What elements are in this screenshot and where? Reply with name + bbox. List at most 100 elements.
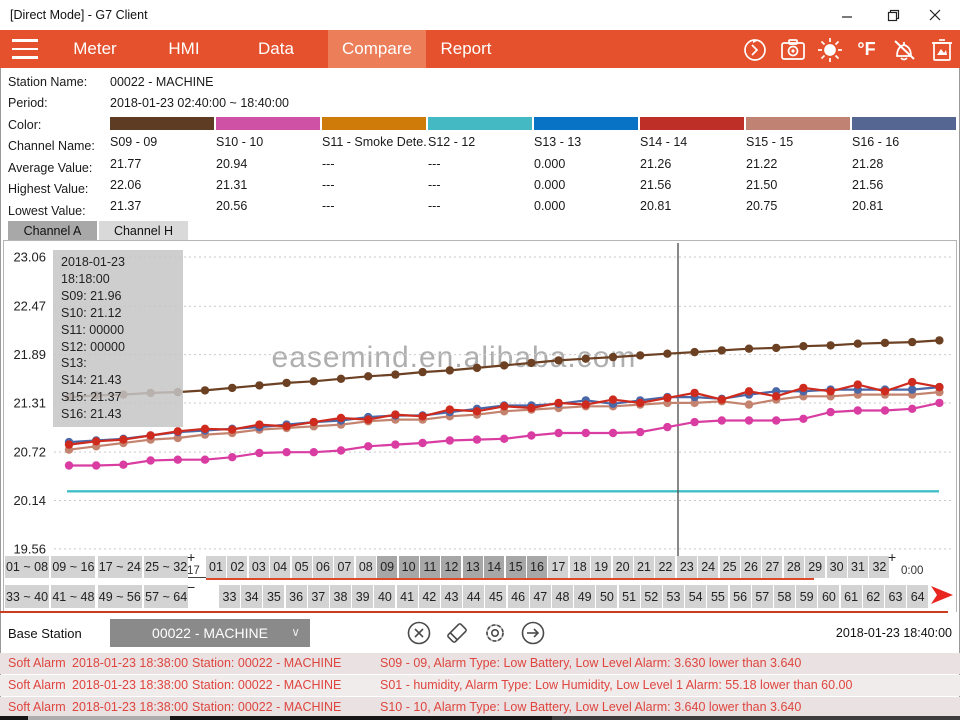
clear-image-icon[interactable] (928, 36, 955, 63)
zoom-out-button[interactable]: − (187, 579, 195, 595)
channel-number-button[interactable]: 04 (270, 556, 290, 578)
channel-number-button[interactable]: 26 (741, 556, 761, 578)
channel-number-button[interactable]: 38 (330, 585, 351, 608)
channel-number-button[interactable]: 21 (634, 556, 654, 578)
channel-number-button[interactable]: 62 (863, 585, 884, 608)
channel-number-button[interactable]: 25 (720, 556, 740, 578)
channel-number-button[interactable]: 41 (397, 585, 418, 608)
channel-number-button[interactable]: 51 (619, 585, 640, 608)
temperature-unit-icon[interactable]: °F (853, 36, 880, 63)
channel-number-button[interactable]: 23 (677, 556, 697, 578)
channel-number-button[interactable]: 33 (219, 585, 240, 608)
channel-number-button[interactable]: 49 (574, 585, 595, 608)
channel-number-button[interactable]: 13 (463, 556, 483, 578)
channel-group-button[interactable]: 57 ~ 64 (144, 585, 188, 608)
channel-number-button[interactable]: 15 (506, 556, 526, 578)
menu-icon[interactable] (12, 39, 38, 59)
channel-number-button[interactable]: 37 (308, 585, 329, 608)
channel-number-button[interactable]: 48 (552, 585, 573, 608)
eraser-icon[interactable] (442, 619, 472, 647)
zoom-in-button-left[interactable]: + (187, 549, 195, 565)
nav-item-data[interactable]: Data (244, 30, 308, 68)
cancel-circle-icon[interactable] (404, 619, 434, 647)
channel-number-button[interactable]: 06 (313, 556, 333, 578)
settings-gear-icon[interactable] (480, 619, 510, 647)
zoom-in-button-right[interactable]: + (888, 549, 896, 565)
channel-highest-value: 21.31 (216, 178, 320, 192)
channel-number-button[interactable]: 61 (841, 585, 862, 608)
channel-number-button[interactable]: 27 (762, 556, 782, 578)
nav-item-meter[interactable]: Meter (60, 30, 130, 68)
channel-number-button[interactable]: 30 (827, 556, 847, 578)
channel-number-button[interactable]: 42 (419, 585, 440, 608)
restore-button[interactable] (876, 0, 910, 30)
channel-number-button[interactable]: 43 (441, 585, 462, 608)
channel-number-button[interactable]: 45 (485, 585, 506, 608)
channel-number-button[interactable]: 09 (377, 556, 397, 578)
channel-number-button[interactable]: 11 (420, 556, 440, 578)
channel-number-button[interactable]: 53 (663, 585, 684, 608)
channel-number-button[interactable]: 59 (796, 585, 817, 608)
channel-number-button[interactable]: 24 (698, 556, 718, 578)
alarm-mute-icon[interactable] (890, 36, 917, 63)
nav-item-report[interactable]: Report (430, 30, 502, 68)
channel-group-button[interactable]: 09 ~ 16 (51, 556, 95, 578)
channel-group-button[interactable]: 25 ~ 32 (144, 556, 188, 578)
channel-number-button[interactable]: 01 (206, 556, 226, 578)
channel-number-button[interactable]: 32 (869, 556, 889, 578)
channel-number-button[interactable]: 56 (730, 585, 751, 608)
channel-number-button[interactable]: 16 (527, 556, 547, 578)
next-page-arrow[interactable] (929, 584, 955, 611)
channel-number-button[interactable]: 18 (570, 556, 590, 578)
minimize-button[interactable] (830, 0, 864, 30)
channel-number-button[interactable]: 36 (286, 585, 307, 608)
channel-number-button[interactable]: 60 (818, 585, 839, 608)
channel-number-button[interactable]: 57 (752, 585, 773, 608)
channel-number-button[interactable]: 50 (596, 585, 617, 608)
channel-number-button[interactable]: 55 (707, 585, 728, 608)
nav-item-compare[interactable]: Compare (328, 30, 426, 68)
camera-icon[interactable] (779, 36, 806, 63)
channel-number-button[interactable]: 17 (548, 556, 568, 578)
channel-number-button[interactable]: 58 (774, 585, 795, 608)
go-arrow-icon[interactable] (518, 619, 548, 647)
channel-number-button[interactable]: 64 (907, 585, 928, 608)
nav-item-hmi[interactable]: HMI (152, 30, 216, 68)
channel-number-button[interactable]: 47 (530, 585, 551, 608)
channel-number-button[interactable]: 19 (591, 556, 611, 578)
chart-area[interactable]: easemind.en.alibaba.com 23.0622.4721.892… (3, 240, 957, 612)
channel-number-button[interactable]: 12 (441, 556, 461, 578)
channel-number-button[interactable]: 40 (374, 585, 395, 608)
channel-number-button[interactable]: 31 (848, 556, 868, 578)
channel-number-button[interactable]: 44 (463, 585, 484, 608)
close-button[interactable] (918, 0, 952, 30)
channel-number-button[interactable]: 63 (885, 585, 906, 608)
channel-group-button[interactable]: 01 ~ 08 (5, 556, 49, 578)
channel-number-button[interactable]: 22 (655, 556, 675, 578)
channel-number-button[interactable]: 28 (784, 556, 804, 578)
channel-number-button[interactable]: 10 (399, 556, 419, 578)
channel-group-button[interactable]: 17 ~ 24 (98, 556, 142, 578)
channel-number-button[interactable]: 20 (613, 556, 633, 578)
channel-group-button[interactable]: 41 ~ 48 (51, 585, 95, 608)
tab-channel-h[interactable]: Channel H (99, 221, 188, 240)
base-station-dropdown[interactable]: 00022 - MACHINE ∨ (110, 619, 310, 647)
channel-number-button[interactable]: 46 (508, 585, 529, 608)
brightness-icon[interactable] (816, 36, 843, 63)
channel-number-button[interactable]: 03 (249, 556, 269, 578)
channel-number-button[interactable]: 14 (484, 556, 504, 578)
channel-group-button[interactable]: 33 ~ 40 (5, 585, 49, 608)
channel-number-button[interactable]: 05 (292, 556, 312, 578)
channel-number-button[interactable]: 54 (685, 585, 706, 608)
channel-number-button[interactable]: 39 (352, 585, 373, 608)
tab-channel-a[interactable]: Channel A (8, 221, 97, 240)
channel-number-button[interactable]: 08 (356, 556, 376, 578)
channel-number-button[interactable]: 35 (263, 585, 284, 608)
channel-number-button[interactable]: 34 (241, 585, 262, 608)
channel-group-button[interactable]: 49 ~ 56 (98, 585, 142, 608)
channel-number-button[interactable]: 29 (805, 556, 825, 578)
channel-number-button[interactable]: 52 (641, 585, 662, 608)
channel-number-button[interactable]: 02 (227, 556, 247, 578)
channel-number-button[interactable]: 07 (334, 556, 354, 578)
sync-icon[interactable] (741, 36, 768, 63)
